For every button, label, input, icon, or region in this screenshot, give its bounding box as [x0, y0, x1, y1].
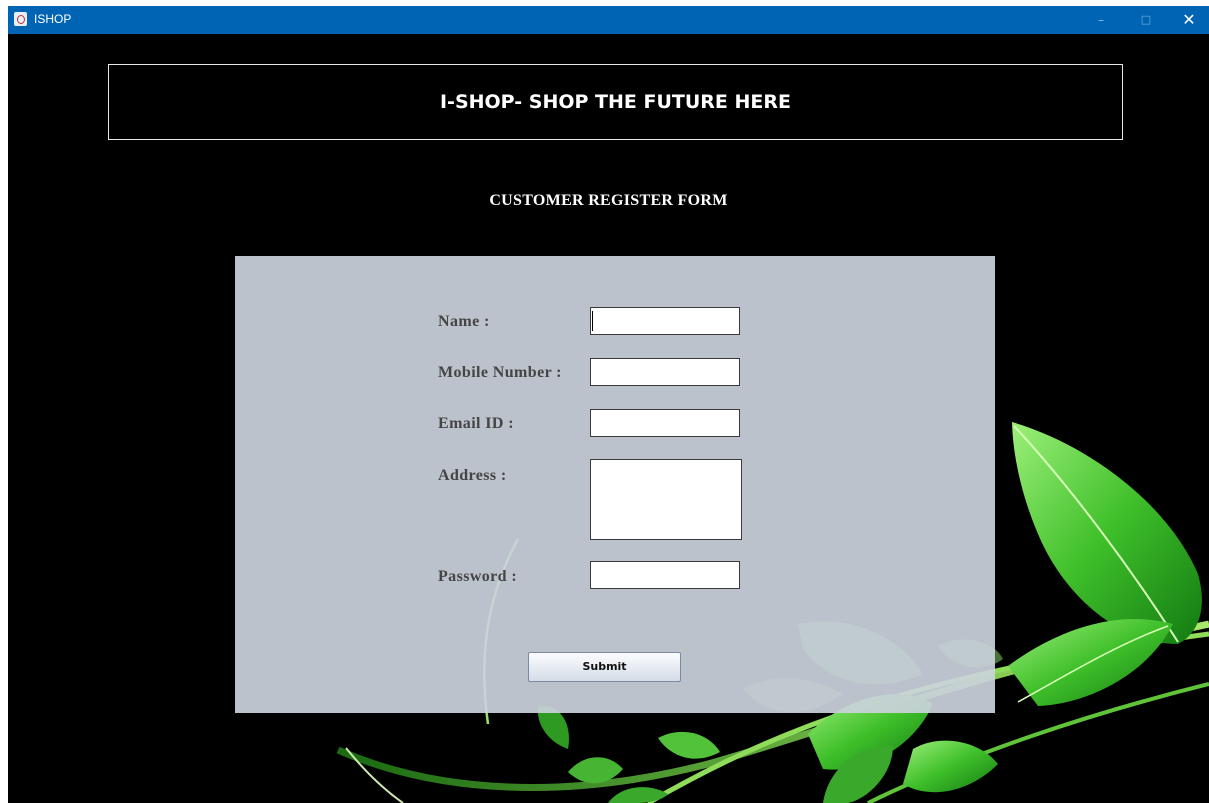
name-label: Name : [438, 313, 490, 330]
banner-box: I-SHOP- SHOP THE FUTURE HERE [108, 64, 1123, 140]
address-label: Address : [438, 467, 507, 484]
banner-title: I-SHOP- SHOP THE FUTURE HERE [439, 91, 792, 113]
form-heading: CUSTOMER REGISTER FORM [489, 192, 728, 209]
minimize-button[interactable]: – [1081, 6, 1121, 34]
window-title: ISHOP [34, 12, 72, 26]
mobile-number-label: Mobile Number : [438, 364, 562, 381]
register-form-panel: Name : Mobile Number : Email ID : Addres… [235, 256, 995, 713]
close-button[interactable]: ✕ [1169, 6, 1209, 34]
name-input[interactable] [590, 307, 740, 335]
email-label: Email ID : [438, 415, 514, 432]
title-bar[interactable]: ISHOP – □ ✕ [8, 6, 1209, 34]
mobile-number-input[interactable] [590, 358, 740, 386]
text-caret [592, 311, 593, 331]
password-label: Password : [438, 568, 518, 585]
app-icon [14, 12, 27, 26]
submit-button[interactable]: Submit [528, 652, 681, 682]
address-textarea[interactable] [590, 459, 742, 540]
maximize-button[interactable]: □ [1126, 6, 1166, 34]
password-input[interactable] [590, 561, 740, 589]
app-window: ISHOP – □ ✕ I-SHOP- SHOP THE FUTURE HERE… [8, 6, 1209, 803]
email-input[interactable] [590, 409, 740, 437]
content-area: I-SHOP- SHOP THE FUTURE HERE CUSTOMER RE… [8, 34, 1209, 803]
